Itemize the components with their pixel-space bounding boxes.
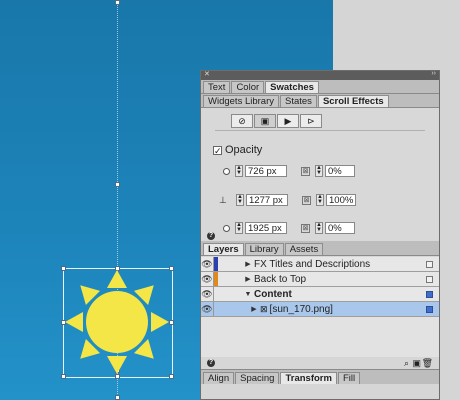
expand-right-icon[interactable]: ▶ bbox=[250, 305, 258, 313]
tab-scroll-effects[interactable]: Scroll Effects bbox=[317, 95, 389, 107]
anchor-icon[interactable]: ⊥ bbox=[219, 195, 231, 206]
opacity-stepper[interactable]: ▲ ▼ bbox=[315, 222, 323, 234]
position-radio[interactable] bbox=[223, 224, 230, 232]
handle-top[interactable] bbox=[115, 0, 120, 5]
image-icon[interactable]: ▣ bbox=[254, 114, 276, 128]
eye-icon[interactable]: 👁 bbox=[201, 302, 214, 316]
layers-list: 👁 ▶ FX Titles and Descriptions 👁 ▶ Back to To… bbox=[201, 257, 439, 357]
position-field[interactable]: 726 px bbox=[245, 165, 287, 177]
opacity-field[interactable]: 0% bbox=[325, 222, 355, 234]
sun-ray bbox=[107, 356, 127, 374]
layer-select-box[interactable] bbox=[426, 260, 433, 268]
layers-footer: ? ⌕ ▣ 🗑 bbox=[201, 357, 439, 369]
effect-mode-toggle: ⊘ ▣ ▶ ⊳ bbox=[231, 114, 323, 130]
layer-row[interactable]: 👁 ▶ FX Titles and Descriptions bbox=[201, 257, 439, 272]
tab-assets[interactable]: Assets bbox=[284, 243, 324, 255]
search-icon[interactable]: ⌕ bbox=[404, 358, 409, 369]
play-icon[interactable]: ▶ bbox=[277, 114, 299, 128]
layer-select-box[interactable] bbox=[426, 275, 433, 283]
layer-row[interactable]: 👁 ▼ Content bbox=[201, 287, 439, 302]
position-field[interactable]: 1925 px bbox=[245, 222, 287, 234]
position-stepper[interactable]: ▲ ▼ bbox=[236, 194, 244, 206]
layer-name: FX Titles and Descriptions bbox=[254, 258, 371, 270]
layer-row[interactable]: 👁 ▶ ⊠ [sun_170.png] bbox=[201, 302, 439, 317]
opacity-checkbox[interactable]: ✓ bbox=[213, 145, 222, 155]
position-stepper[interactable]: ▲ ▼ bbox=[235, 222, 243, 234]
position-field[interactable]: 1277 px bbox=[246, 194, 288, 206]
position-stepper[interactable]: ▲ ▼ bbox=[235, 165, 243, 177]
tab-states[interactable]: States bbox=[280, 95, 317, 107]
opacity-keyframe-row: ⊥ ▲ ▼ 1277 px ⊠ ▲ ▼ 100% bbox=[219, 193, 356, 207]
opacity-stepper[interactable]: ▲ ▼ bbox=[315, 165, 323, 177]
slideshow-icon[interactable]: ⊳ bbox=[300, 114, 322, 128]
eye-icon[interactable]: 👁 bbox=[201, 257, 214, 271]
tab-color[interactable]: Color bbox=[231, 81, 265, 93]
layer-name: Content bbox=[254, 288, 292, 300]
position-radio[interactable] bbox=[223, 167, 230, 175]
layer-select-box[interactable] bbox=[426, 290, 433, 298]
sun-image[interactable] bbox=[63, 268, 171, 376]
expand-right-icon[interactable]: ▶ bbox=[244, 275, 252, 283]
tab-library[interactable]: Library bbox=[244, 243, 284, 255]
layers-help-icon[interactable]: ? bbox=[207, 359, 215, 367]
new-layer-icon[interactable]: ▣ bbox=[412, 358, 421, 369]
opacity-stepper[interactable]: ▲ ▼ bbox=[316, 194, 324, 206]
handle-bottom-guide[interactable] bbox=[115, 395, 120, 400]
bottom-tab-row: Align Spacing Transform Fill bbox=[201, 369, 439, 384]
sun-ray bbox=[65, 312, 83, 332]
layer-tab-row: Layers Library Assets bbox=[201, 241, 439, 256]
eye-icon[interactable]: 👁 bbox=[201, 272, 214, 286]
opacity-label: Opacity bbox=[225, 144, 263, 156]
tab-layers[interactable]: Layers bbox=[203, 243, 244, 255]
panel-titlebar[interactable]: ✕ ›› bbox=[201, 70, 439, 80]
expand-right-icon[interactable]: ▶ bbox=[244, 260, 252, 268]
tab-swatches[interactable]: Swatches bbox=[265, 81, 319, 93]
floating-panel: ✕ ›› Text Color Swatches Widgets Library St… bbox=[200, 70, 440, 400]
tab-widgets-library[interactable]: Widgets Library bbox=[203, 95, 279, 107]
scroll-effects-pane: ⊘ ▣ ▶ ⊳ ✓ Opacity ▲ ▼ 726 px ⊠ ▲ ▼ 0% ⊥ ▲ ▼ 1277 px ⊠ ▲… bbox=[201, 108, 439, 245]
top-tab-row: Text Color Swatches bbox=[201, 80, 439, 94]
opacity-field[interactable]: 0% bbox=[325, 165, 355, 177]
layer-row[interactable]: 👁 ▶ Back to Top bbox=[201, 272, 439, 287]
opacity-link-icon[interactable]: ⊠ bbox=[301, 223, 310, 233]
help-icon[interactable]: ? bbox=[207, 232, 215, 240]
tab-transform[interactable]: Transform bbox=[280, 372, 337, 384]
link-icon[interactable]: ⊘ bbox=[231, 114, 253, 128]
opacity-keyframe-row: ▲ ▼ 1925 px ⊠ ▲ ▼ 0% bbox=[223, 221, 355, 235]
close-icon[interactable]: ✕ bbox=[204, 70, 210, 78]
layer-color-strip bbox=[214, 272, 218, 286]
tab-align[interactable]: Align bbox=[203, 372, 235, 384]
tab-fill[interactable]: Fill bbox=[337, 372, 361, 384]
collapse-icon[interactable]: ›› bbox=[431, 70, 436, 77]
image-layer-icon: ⊠ bbox=[260, 303, 268, 314]
opacity-field[interactable]: 100% bbox=[326, 194, 356, 206]
opacity-link-icon[interactable]: ⊠ bbox=[301, 166, 310, 176]
opacity-keyframe-row: ▲ ▼ 726 px ⊠ ▲ ▼ 0% bbox=[223, 164, 355, 178]
layer-color-strip bbox=[214, 287, 218, 301]
tab-spacing[interactable]: Spacing bbox=[235, 372, 280, 384]
sun-ray bbox=[107, 270, 127, 288]
eye-icon[interactable]: 👁 bbox=[201, 287, 214, 301]
second-tab-row: Widgets Library States Scroll Effects bbox=[201, 94, 439, 108]
expand-down-icon[interactable]: ▼ bbox=[244, 291, 252, 298]
layer-name: Back to Top bbox=[254, 273, 307, 285]
layer-select-box[interactable] bbox=[426, 305, 433, 313]
trash-icon[interactable]: 🗑 bbox=[422, 358, 433, 369]
tab-text[interactable]: Text bbox=[203, 81, 231, 93]
layer-color-strip bbox=[214, 257, 218, 271]
handle-mid-upper[interactable] bbox=[115, 182, 120, 187]
sun-ray bbox=[151, 312, 169, 332]
layer-name: [sun_170.png] bbox=[269, 303, 333, 315]
layer-color-strip bbox=[214, 302, 218, 316]
opacity-link-icon[interactable]: ⊠ bbox=[302, 195, 311, 205]
